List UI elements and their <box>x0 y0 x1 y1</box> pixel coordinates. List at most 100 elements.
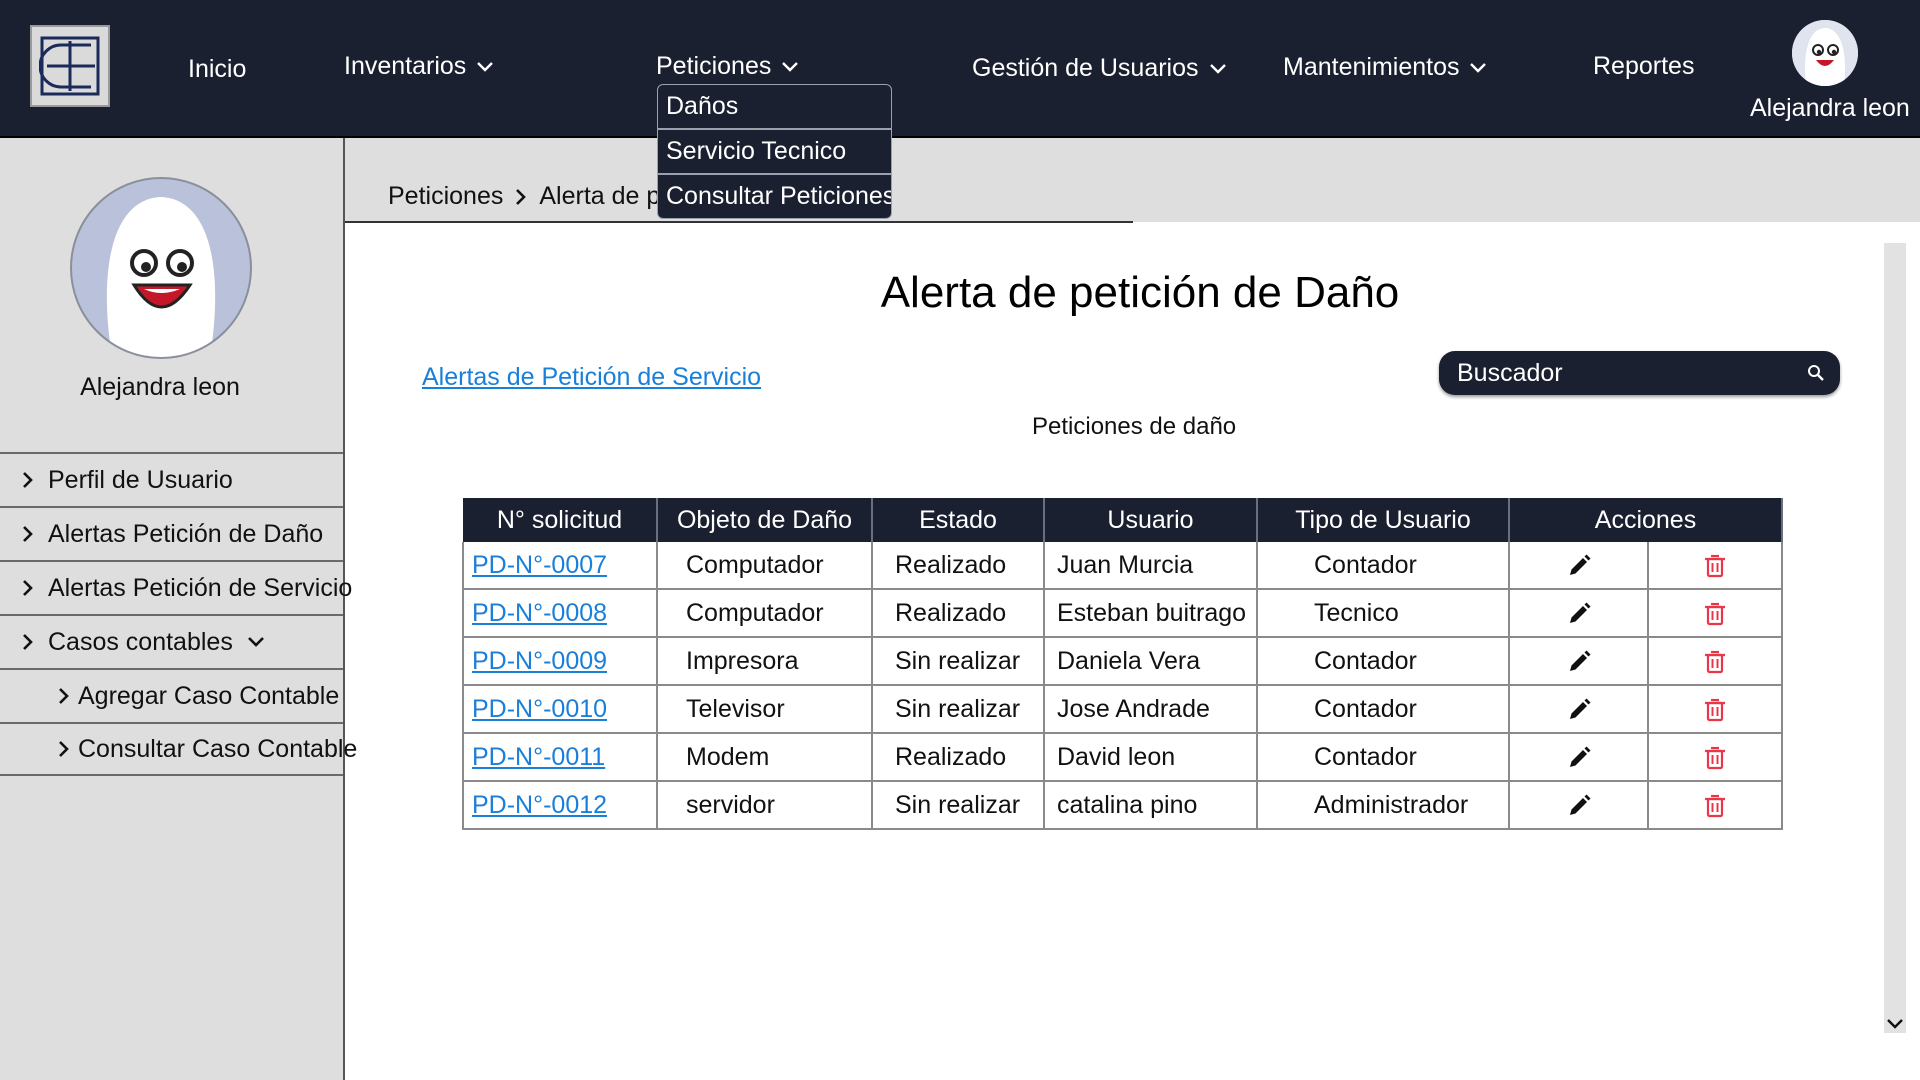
nav-gestion-label: Gestión de Usuarios <box>972 54 1199 82</box>
search-icon[interactable] <box>1807 364 1825 382</box>
cell-edit <box>1509 589 1649 638</box>
pencil-icon[interactable] <box>1566 793 1592 819</box>
cell-delete <box>1648 781 1783 830</box>
cell-estado: Sin realizar <box>872 685 1045 734</box>
cell-delete <box>1648 589 1783 638</box>
nav-peticiones[interactable]: Peticiones <box>656 52 799 81</box>
breadcrumb-peticiones[interactable]: Peticiones <box>388 182 503 211</box>
column-header-tipo: Tipo de Usuario <box>1257 498 1510 542</box>
pencil-icon[interactable] <box>1566 697 1592 723</box>
cell-tipo: Contador <box>1257 733 1510 782</box>
cell-edit <box>1509 685 1649 734</box>
chevron-right-icon <box>23 634 33 650</box>
cell-id: PD-N°-0008 <box>462 589 658 638</box>
cell-tipo: Contador <box>1257 542 1510 590</box>
sidebar: Alejandra leon Perfil de Usuario Alertas… <box>0 138 357 1080</box>
cell-usuario: Jose Andrade <box>1044 685 1258 734</box>
chevron-right-icon <box>23 472 33 488</box>
request-id-link[interactable]: PD-N°-0007 <box>472 551 607 579</box>
dropdown-item-consultar-peticiones[interactable]: Consultar Peticiones <box>658 175 891 218</box>
sidebar-avatar <box>70 177 252 359</box>
trash-icon[interactable] <box>1702 697 1728 723</box>
request-id-link[interactable]: PD-N°-0009 <box>472 647 607 675</box>
sidebar-item-perfil[interactable]: Perfil de Usuario <box>0 452 343 506</box>
service-alerts-link[interactable]: Alertas de Petición de Servicio <box>422 363 761 392</box>
chevron-down-icon <box>247 637 264 647</box>
cell-objeto: Computador <box>657 589 873 638</box>
breadcrumb: Peticiones Alerta de pet <box>388 182 681 211</box>
request-id-link[interactable]: PD-N°-0008 <box>472 599 607 627</box>
table-row: PD-N°-0010 Televisor Sin realizar Jose Andr… <box>462 685 1783 734</box>
scroll-down-chevron-icon[interactable] <box>1886 1018 1904 1030</box>
trash-icon[interactable] <box>1702 793 1728 819</box>
breadcrumb-divider <box>345 221 1133 223</box>
request-id-link[interactable]: PD-N°-0012 <box>472 791 607 819</box>
peticiones-dropdown: Daños Servicio Tecnico Consultar Peticio… <box>657 84 892 219</box>
nav-peticiones-label: Peticiones <box>656 52 772 80</box>
avatar-face-icon <box>106 197 216 357</box>
nav-inventarios[interactable]: Inventarios <box>344 52 494 81</box>
cell-tipo: Contador <box>1257 637 1510 686</box>
cell-edit <box>1509 637 1649 686</box>
trash-icon[interactable] <box>1702 745 1728 771</box>
pencil-icon[interactable] <box>1566 601 1592 627</box>
chevron-right-icon <box>59 741 69 757</box>
user-name-top: Alejandra leon <box>1750 94 1910 122</box>
nav-inventarios-label: Inventarios <box>344 52 467 80</box>
table-row: PD-N°-0012 servidor Sin realizar catalina p… <box>462 781 1783 830</box>
scrollbar[interactable] <box>1884 243 1906 1033</box>
sidebar-item-label: Agregar Caso Contable <box>78 681 340 710</box>
search-input[interactable] <box>1439 357 1799 389</box>
nav-gestion-usuarios[interactable]: Gestión de Usuarios <box>972 54 1227 83</box>
cell-edit <box>1509 733 1649 782</box>
sidebar-item-agregar-caso[interactable]: Agregar Caso Contable <box>0 668 343 722</box>
dropdown-item-danos[interactable]: Daños <box>658 85 891 130</box>
request-id-link[interactable]: PD-N°-0011 <box>472 743 605 771</box>
cell-id: PD-N°-0009 <box>462 637 658 686</box>
nav-inicio-label: Inicio <box>188 55 247 83</box>
pencil-icon[interactable] <box>1566 745 1592 771</box>
sidebar-item-alertas-dano[interactable]: Alertas Petición de Daño <box>0 506 343 560</box>
trash-icon[interactable] <box>1702 649 1728 675</box>
nav-mantenimientos[interactable]: Mantenimientos <box>1283 53 1487 82</box>
request-id-link[interactable]: PD-N°-0010 <box>472 695 607 723</box>
sidebar-item-label: Casos contables <box>48 627 233 656</box>
cell-id: PD-N°-0010 <box>462 685 658 734</box>
cell-estado: Sin realizar <box>872 637 1045 686</box>
cell-estado: Sin realizar <box>872 781 1045 830</box>
trash-icon[interactable] <box>1702 601 1728 627</box>
sidebar-item-consultar-caso[interactable]: Consultar Caso Contable <box>0 722 357 776</box>
cell-usuario: Esteban buitrago <box>1044 589 1258 638</box>
cell-usuario: Juan Murcia <box>1044 542 1258 590</box>
table-row: PD-N°-0008 Computador Realizado Esteban bui… <box>462 589 1783 638</box>
avatar[interactable] <box>1792 20 1858 86</box>
column-header-acciones: Acciones <box>1509 498 1783 542</box>
cell-estado: Realizado <box>872 733 1045 782</box>
chevron-down-icon <box>1470 62 1487 73</box>
dropdown-item-servicio-tecnico[interactable]: Servicio Tecnico <box>658 130 891 175</box>
cell-delete <box>1648 542 1783 590</box>
top-navbar: Inicio Inventarios Peticiones Gestión de… <box>0 0 1920 138</box>
cell-delete <box>1648 733 1783 782</box>
cell-edit <box>1509 781 1649 830</box>
cell-objeto: Modem <box>657 733 873 782</box>
sidebar-item-casos-contables[interactable]: Casos contables <box>0 614 343 668</box>
pencil-icon[interactable] <box>1566 649 1592 675</box>
chevron-down-icon <box>782 61 799 72</box>
user-menu[interactable]: Alejandra leon <box>1750 20 1910 123</box>
nav-reportes[interactable]: Reportes <box>1593 52 1694 81</box>
sidebar-item-alertas-servicio[interactable]: Alertas Petición de Servicio <box>0 560 352 614</box>
pencil-icon[interactable] <box>1566 553 1592 579</box>
chevron-right-icon <box>516 188 527 205</box>
sidebar-menu: Perfil de Usuario Alertas Petición de Da… <box>0 452 357 776</box>
chevron-down-icon <box>1209 63 1226 74</box>
table-row: PD-N°-0011 Modem Realizado David leon Contad… <box>462 733 1783 782</box>
app-logo[interactable] <box>30 25 110 107</box>
column-header-usuario: Usuario <box>1044 498 1258 542</box>
cell-objeto: Impresora <box>657 637 873 686</box>
chevron-down-icon <box>477 61 494 72</box>
nav-inicio[interactable]: Inicio <box>188 55 246 84</box>
cell-id: PD-N°-0012 <box>462 781 658 830</box>
trash-icon[interactable] <box>1702 553 1728 579</box>
cell-id: PD-N°-0011 <box>462 733 658 782</box>
